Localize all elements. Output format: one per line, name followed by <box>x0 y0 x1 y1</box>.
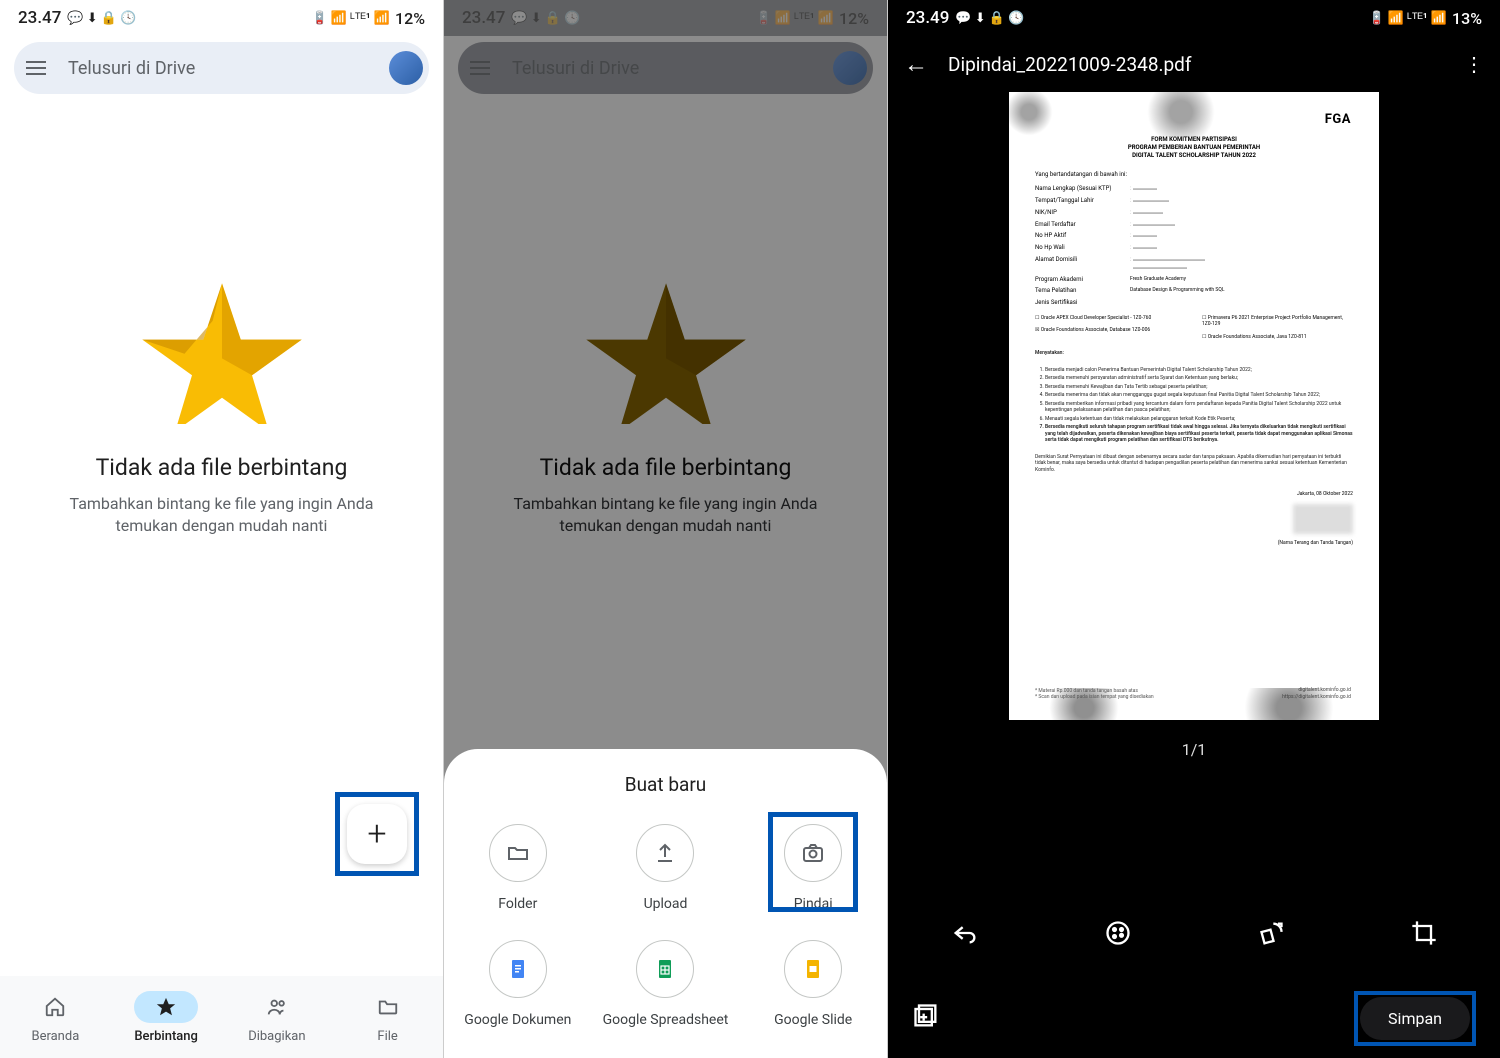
folder-icon <box>377 996 399 1018</box>
rotate-button[interactable] <box>1257 919 1285 951</box>
bottom-nav: Beranda Berbintang Dibagikan File <box>0 976 443 1058</box>
document-title: Dipindai_20221009-2348.pdf <box>948 53 1444 76</box>
scan-highlight-box <box>768 812 858 912</box>
rotate-icon <box>1257 919 1285 947</box>
doc-field: No Hp Wali: ▬▬▬▬ <box>1035 244 1353 252</box>
doc-field: Nama Lengkap (Sesuai KTP): ▬▬▬▬ <box>1035 185 1353 193</box>
more-options-button[interactable]: ⋮ <box>1464 52 1484 76</box>
folder-icon <box>506 841 530 865</box>
plus-icon: + <box>367 814 386 854</box>
bottom-action-bar: Simpan <box>888 978 1500 1058</box>
save-highlight-box: Simpan <box>1354 991 1476 1046</box>
doc-field: Email Terdaftar: ▬▬▬▬▬▬▬ <box>1035 221 1353 229</box>
star-illustration-icon <box>127 274 317 424</box>
nav-label: Dibagikan <box>248 1029 305 1044</box>
back-button[interactable]: ← <box>904 50 928 79</box>
save-button-label: Simpan <box>1388 1009 1442 1028</box>
empty-state: Tidak ada file berbintang Tambahkan bint… <box>0 274 443 538</box>
clock-text: 23.49 <box>906 8 949 28</box>
doc-footer-left: * Materai Rp.000 dan tanda tangan basah … <box>1035 688 1154 700</box>
empty-title: Tidak ada file berbintang <box>96 454 348 481</box>
nav-label: Berbintang <box>134 1029 198 1044</box>
sheet-item-label: Google Slide <box>774 1012 852 1028</box>
battery-text: 12% <box>395 9 425 28</box>
add-page-button[interactable] <box>912 1002 940 1034</box>
nav-shared[interactable]: Dibagikan <box>222 976 333 1058</box>
sheet-title: Buat baru <box>444 773 887 796</box>
people-icon <box>266 996 288 1018</box>
hamburger-icon[interactable] <box>26 61 52 75</box>
doc-field: Jenis Sertifikasi <box>1035 299 1353 307</box>
search-bar[interactable]: Telusuri di Drive <box>14 42 429 94</box>
avatar[interactable] <box>389 51 423 85</box>
scanned-page[interactable]: FGA FORM KOMITMEN PARTISIPASI PROGRAM PE… <box>1009 92 1379 720</box>
doc-field: NIK/NIP: ▬▬▬▬▬ <box>1035 209 1353 217</box>
battery-text: 13% <box>1452 9 1482 28</box>
status-icons-right: 🪫 📶 ᴸᵀᴱ¹ 📶 <box>1368 10 1447 26</box>
doc-footer-url: digitalent.kominfo.go.id https://digital… <box>1282 687 1351 700</box>
undo-icon <box>951 919 979 947</box>
edit-toolbar <box>888 900 1500 970</box>
fga-logo: FGA <box>1325 112 1351 129</box>
create-new-sheet: Buat baru Folder Upload Pindai Goog <box>444 749 887 1058</box>
undo-button[interactable] <box>951 919 979 951</box>
sheet-item-scan[interactable]: Pindai <box>739 824 887 912</box>
status-bar: 23.47 💬 ⬇ 🔒 🕓 🪫 📶 ᴸᵀᴱ¹ 📶 12% <box>0 0 443 36</box>
status-icons-left: 💬 ⬇ 🔒 🕓 <box>67 11 136 26</box>
nav-files[interactable]: File <box>332 976 443 1058</box>
sheet-item-sheets[interactable]: Google Spreadsheet <box>592 940 740 1028</box>
title-bar: ← Dipindai_20221009-2348.pdf ⋮ <box>888 36 1500 92</box>
palette-icon <box>1104 919 1132 947</box>
status-bar: 23.49 💬 ⬇ 🔒 🕓 🪫 📶 ᴸᵀᴱ¹ 📶 13% <box>888 0 1500 36</box>
nav-starred[interactable]: Berbintang <box>111 976 222 1058</box>
fab-new-button[interactable]: + <box>347 804 407 864</box>
palette-button[interactable] <box>1104 919 1132 951</box>
nav-label: Beranda <box>31 1029 79 1044</box>
upload-icon <box>653 841 677 865</box>
empty-description: Tambahkan bintang ke file yang ingin And… <box>52 493 392 538</box>
save-button[interactable]: Simpan <box>1360 997 1470 1040</box>
doc-intro: Yang bertandatangan di bawah ini: <box>1035 171 1353 179</box>
status-icons-left: 💬 ⬇ 🔒 🕓 <box>955 11 1024 26</box>
doc-field: Tempat/Tanggal Lahir: ▬▬▬▬▬▬ <box>1035 197 1353 205</box>
signature-block: Jakarta, 08 Oktober 2022 (Nama Terang da… <box>1035 491 1353 546</box>
doc-field: Program AkademiFresh Graduate Academy <box>1035 276 1353 284</box>
menyatakan: Menyatakan: <box>1035 350 1353 357</box>
doc-header: FORM KOMITMEN PARTISIPASI PROGRAM PEMBER… <box>1035 136 1353 159</box>
search-placeholder: Telusuri di Drive <box>68 58 389 79</box>
home-icon <box>44 996 66 1018</box>
sheet-item-slides[interactable]: Google Slide <box>739 940 887 1028</box>
star-icon <box>155 996 177 1018</box>
sheet-item-upload[interactable]: Upload <box>592 824 740 912</box>
sheet-item-label: Upload <box>644 896 688 912</box>
sheet-item-docs[interactable]: Google Dokumen <box>444 940 592 1028</box>
sheet-item-folder[interactable]: Folder <box>444 824 592 912</box>
doc-field: No HP Aktif: ▬▬▬▬ <box>1035 232 1353 240</box>
status-icons-right: 🪫 📶 ᴸᵀᴱ¹ 📶 <box>311 10 390 26</box>
crop-icon <box>1410 919 1438 947</box>
nav-label: File <box>377 1029 397 1044</box>
sheet-item-label: Google Spreadsheet <box>603 1012 729 1028</box>
doc-points: Bersedia menjadi calon Penerima Bantuan … <box>1035 367 1353 444</box>
clock-text: 23.47 <box>18 8 61 28</box>
nav-home[interactable]: Beranda <box>0 976 111 1058</box>
doc-field: Tema PelatihanDatabase Design & Programm… <box>1035 287 1353 295</box>
sheet-item-label: Google Dokumen <box>464 1012 571 1028</box>
doc-closing: Demikian Surat Pernyataan ini dibuat den… <box>1035 454 1353 474</box>
google-docs-icon <box>506 957 530 981</box>
cert-options: ☐ Oracle APEX Cloud Developer Specialist… <box>1035 315 1353 341</box>
crop-button[interactable] <box>1410 919 1438 951</box>
google-sheets-icon <box>653 957 677 981</box>
fab-highlight-box: + <box>335 792 419 876</box>
sheet-item-label: Folder <box>498 896 537 912</box>
page-indicator: 1/1 <box>1182 740 1207 759</box>
doc-field: Alamat Domisili: ▬▬▬▬▬▬▬▬▬▬▬▬ ▬▬▬▬▬▬▬▬▬ <box>1035 256 1353 272</box>
google-slides-icon <box>801 957 825 981</box>
